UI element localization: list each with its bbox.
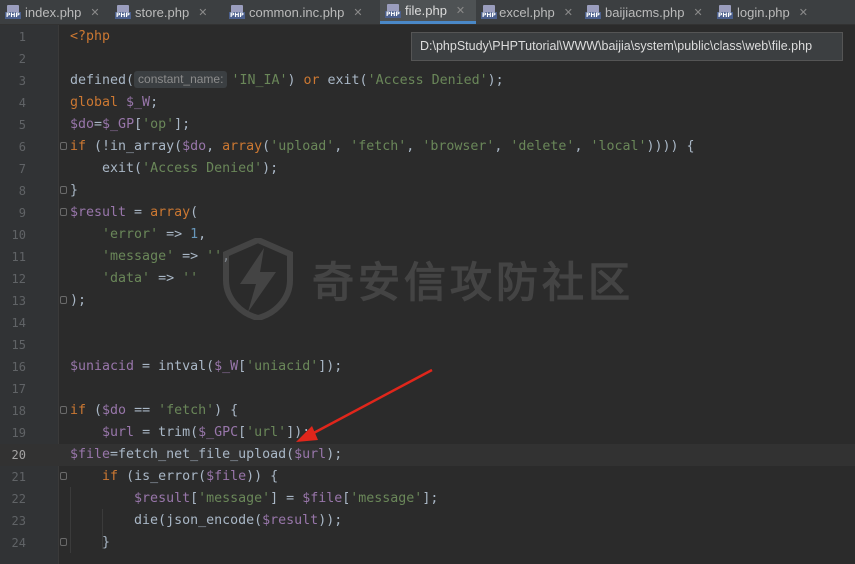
annotation-arrow [296,368,433,442]
